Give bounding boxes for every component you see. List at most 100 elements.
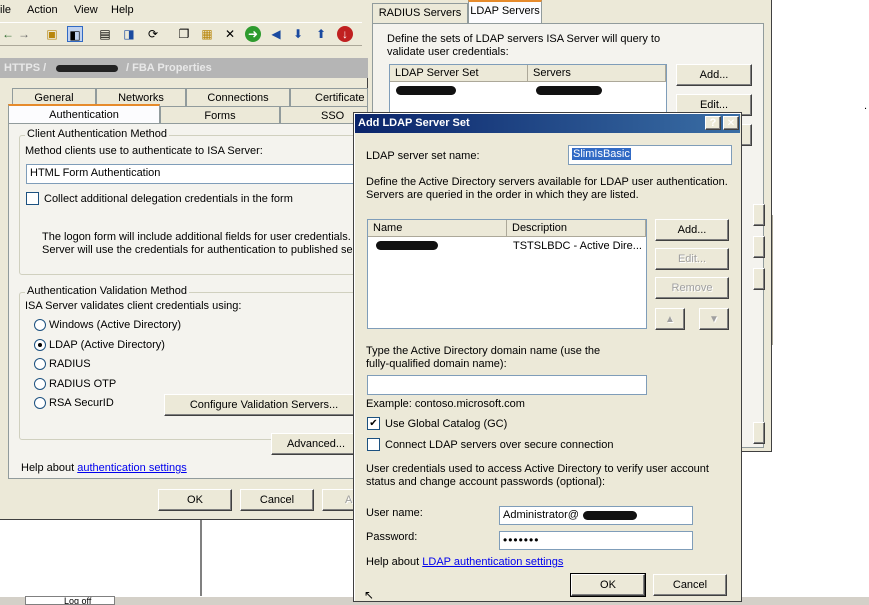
radio-ldap[interactable]: [34, 339, 46, 351]
table-row[interactable]: TSTSLBDC - Active Dire...: [368, 238, 646, 254]
properties-ok-button[interactable]: OK: [158, 489, 232, 511]
servers-description-2: validate user credentials:: [387, 46, 509, 58]
properties-title-prefix: HTTPS /: [4, 62, 47, 74]
radio-ldap-label: LDAP (Active Directory): [49, 339, 165, 351]
tab-radius-servers[interactable]: RADIUS Servers: [372, 3, 468, 23]
add-ldap-cancel-button[interactable]: Cancel: [653, 574, 727, 596]
background-splitter: [200, 520, 202, 596]
domain-label-1: Type the Active Directory domain name (u…: [366, 345, 601, 357]
move-up-icon[interactable]: ⬆: [313, 26, 329, 42]
up-folder-icon[interactable]: ▣: [44, 26, 60, 42]
col-servers[interactable]: Servers: [528, 65, 666, 82]
col-description[interactable]: Description: [507, 220, 646, 237]
paste-icon[interactable]: ▦: [199, 26, 215, 42]
redacted-server-name: [376, 241, 438, 250]
ldap-server-set-list[interactable]: LDAP Server Set Servers: [389, 64, 667, 114]
client-auth-info-2: Server will use the credentials for auth…: [42, 244, 357, 256]
configure-validation-servers-button[interactable]: Configure Validation Servers...: [164, 394, 364, 416]
stop-icon[interactable]: ↓: [337, 26, 353, 42]
add-ldap-ok-button[interactable]: OK: [570, 573, 646, 597]
servers-hidden-button-2[interactable]: [753, 204, 765, 226]
table-row[interactable]: [390, 83, 666, 99]
set-name-value: SlimIsBasic: [572, 148, 631, 160]
radio-radius-otp[interactable]: [34, 378, 46, 390]
tab-ldap-servers[interactable]: LDAP Servers: [468, 0, 542, 24]
delegation-checkbox[interactable]: [26, 192, 39, 205]
use-gc-checkbox[interactable]: ✔: [367, 417, 380, 430]
radio-radius[interactable]: [34, 358, 46, 370]
menu-file[interactable]: ile: [0, 4, 11, 16]
validation-group-label: Authentication Validation Method: [25, 285, 190, 297]
ad-add-button[interactable]: Add...: [655, 219, 729, 241]
toolbar: ← → ▣ ◧ ▤ ◨ ⟳ ❐ ▦ ✕ ➜ ◀ ⬇ ⬆ ↓: [0, 22, 370, 46]
properties-icon[interactable]: ▤: [97, 26, 113, 42]
close-icon[interactable]: ✕: [723, 116, 739, 130]
delete-icon[interactable]: ✕: [222, 26, 238, 42]
ad-edit-button[interactable]: Edit...: [655, 248, 729, 270]
properties-title-bar: HTTPS / / FBA Properties: [0, 58, 368, 78]
col-name[interactable]: Name: [368, 220, 507, 237]
set-name-input[interactable]: SlimIsBasic: [568, 145, 732, 165]
user-name-label: User name:: [366, 507, 423, 519]
tab-forms[interactable]: Forms: [160, 106, 280, 124]
forward-icon[interactable]: →: [16, 26, 32, 42]
go-blue-icon[interactable]: ◀: [268, 26, 284, 42]
ad-server-list[interactable]: Name Description TSTSLBDC - Active Dire.…: [367, 219, 647, 329]
move-down-icon[interactable]: ▼: [699, 308, 729, 330]
delegation-label: Collect additional delegation credential…: [44, 193, 293, 205]
radio-windows[interactable]: [34, 319, 46, 331]
help-icon[interactable]: ?: [705, 116, 721, 130]
menu-view[interactable]: View: [74, 4, 98, 16]
secure-connection-label: Connect LDAP servers over secure connect…: [385, 439, 614, 451]
set-name-label: LDAP server set name:: [366, 150, 480, 162]
secure-connection-checkbox[interactable]: [367, 438, 380, 451]
col-ldap-server-set[interactable]: LDAP Server Set: [390, 65, 528, 82]
move-up-icon[interactable]: ▲: [655, 308, 685, 330]
help-about-auth-prefix: Help about: [21, 462, 78, 474]
background-list-fragment: [772, 215, 784, 345]
taskbar-logoff[interactable]: Log off: [25, 596, 115, 605]
domain-example: Example: contoso.microsoft.com: [366, 398, 525, 410]
client-auth-group-label: Client Authentication Method: [25, 128, 170, 140]
user-name-value: Administrator@: [503, 509, 579, 521]
menu-action[interactable]: Action: [27, 4, 58, 16]
tab-authentication[interactable]: Authentication: [8, 104, 160, 124]
show-tree-icon[interactable]: ◧: [67, 26, 83, 42]
radio-windows-label: Windows (Active Directory): [49, 319, 182, 331]
servers-hidden-button-3[interactable]: [753, 236, 765, 258]
menu-help[interactable]: Help: [111, 4, 134, 16]
authentication-tab-panel: Client Authentication Method Method clie…: [8, 123, 369, 479]
background-cursor-mark: .: [864, 100, 868, 112]
go-green-icon[interactable]: ➜: [245, 26, 261, 42]
advanced-button[interactable]: Advanced...: [271, 433, 361, 455]
help-about-ldap: Help about LDAP authentication settings: [366, 556, 563, 568]
ad-remove-button[interactable]: Remove: [655, 277, 729, 299]
copy-icon[interactable]: ❐: [176, 26, 192, 42]
radio-radius-label: RADIUS: [49, 358, 91, 370]
tab-connections[interactable]: Connections: [186, 88, 290, 106]
server-description: TSTSLBDC - Active Dire...: [513, 240, 642, 252]
client-auth-info-1: The logon form will include additional f…: [42, 231, 357, 243]
help-ldap-settings-link[interactable]: LDAP authentication settings: [422, 556, 563, 568]
credentials-note-1: User credentials used to access Active D…: [366, 463, 709, 475]
move-down-icon[interactable]: ⬇: [290, 26, 306, 42]
credentials-note-2: status and change account passwords (opt…: [366, 476, 606, 488]
password-label: Password:: [366, 531, 418, 543]
back-icon[interactable]: ←: [0, 26, 16, 42]
tab-certificate[interactable]: Certificate: [290, 88, 368, 106]
properties-title-suffix: / FBA Properties: [126, 62, 212, 74]
client-auth-prompt: Method clients use to authenticate to IS…: [25, 145, 263, 157]
servers-hidden-button-5[interactable]: [753, 422, 765, 444]
refresh-icon[interactable]: ⟳: [145, 26, 161, 42]
help-auth-settings-link[interactable]: authentication settings: [77, 462, 186, 474]
servers-add-button[interactable]: Add...: [676, 64, 752, 86]
password-input[interactable]: •••••••: [499, 531, 693, 550]
help-icon[interactable]: ◨: [121, 26, 137, 42]
add-ldap-title: Add LDAP Server Set: [358, 117, 470, 129]
auth-method-select[interactable]: HTML Form Authentication: [26, 164, 369, 184]
properties-cancel-button[interactable]: Cancel: [240, 489, 314, 511]
servers-hidden-button-4[interactable]: [753, 268, 765, 290]
domain-input[interactable]: [367, 375, 647, 395]
radio-rsa-securid[interactable]: [34, 397, 46, 409]
help-about-ldap-prefix: Help about: [366, 556, 423, 568]
